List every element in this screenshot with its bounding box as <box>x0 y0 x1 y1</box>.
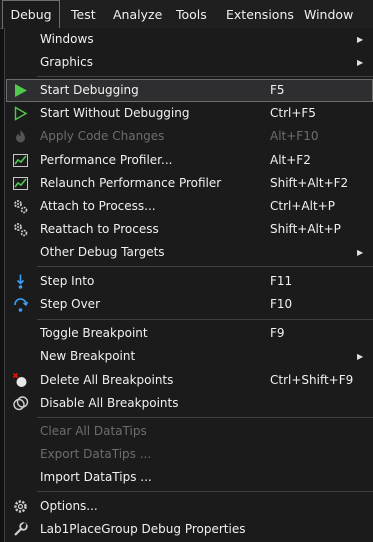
menu-item-label: Performance Profiler... <box>40 153 173 167</box>
menu-item-reattach-to-process[interactable]: Reattach to Process Shift+Alt+P <box>6 218 373 241</box>
play-outline-icon <box>14 106 28 121</box>
menu-item-disable-all-breakpoints[interactable]: Disable All Breakpoints <box>6 392 373 415</box>
menu-item-label: Step Into <box>40 274 95 288</box>
menu-item-relaunch-profiler[interactable]: Relaunch Performance Profiler Shift+Alt+… <box>6 172 373 195</box>
menu-item-label: Step Over <box>40 297 100 311</box>
delete-breakpoints-icon <box>12 372 27 387</box>
gear-icon <box>14 500 27 513</box>
flame-icon <box>16 130 25 143</box>
submenu-arrow-icon: ▶ <box>357 248 364 257</box>
menu-item-label: Relaunch Performance Profiler <box>40 176 222 190</box>
step-over-icon <box>14 298 29 312</box>
menu-item-shortcut: Alt+F2 <box>270 153 311 167</box>
menu-item-label: Start Debugging <box>40 83 139 97</box>
menu-item-label: Start Without Debugging <box>40 106 190 120</box>
menu-item-shortcut: F5 <box>270 83 285 97</box>
disable-breakpoints-icon <box>13 396 29 411</box>
menu-item-step-over[interactable]: Step Over F10 <box>6 293 373 316</box>
menu-item-shortcut: Alt+F10 <box>270 129 319 143</box>
menu-item-label: Import DataTips ... <box>40 470 152 484</box>
menu-item-label: Export DataTips ... <box>40 447 152 461</box>
submenu-arrow-icon: ▶ <box>357 352 364 361</box>
menu-item-label: Disable All Breakpoints <box>40 396 179 410</box>
gears-icon <box>14 223 28 237</box>
menu-item-windows[interactable]: Windows ▶ <box>6 28 373 51</box>
wrench-icon <box>14 522 28 536</box>
menu-item-label: Other Debug Targets <box>40 245 165 259</box>
menu-debug[interactable]: Debug <box>2 0 60 29</box>
menu-item-shortcut: F11 <box>270 274 293 288</box>
menu-extensions[interactable]: Extensions <box>226 0 294 29</box>
menu-item-shortcut: Ctrl+F5 <box>270 106 316 120</box>
menu-analyze[interactable]: Analyze <box>113 0 162 29</box>
menu-item-label: New Breakpoint <box>40 349 136 363</box>
menu-item-label: Graphics <box>40 55 93 69</box>
menu-separator <box>37 319 373 320</box>
menu-item-apply-code-changes[interactable]: Apply Code Changes Alt+F10 <box>6 125 373 148</box>
menu-item-label: Windows <box>40 32 94 46</box>
menu-separator <box>37 417 373 418</box>
menu-item-delete-all-breakpoints[interactable]: Delete All Breakpoints Ctrl+Shift+F9 <box>6 369 373 392</box>
menu-item-performance-profiler[interactable]: Performance Profiler... Alt+F2 <box>6 149 373 172</box>
menu-item-shortcut: Ctrl+Alt+P <box>270 199 335 213</box>
play-icon <box>15 84 27 97</box>
menu-item-label: Delete All Breakpoints <box>40 373 174 387</box>
submenu-arrow-icon: ▶ <box>357 35 364 44</box>
menu-item-label: Lab1PlaceGroup Debug Properties <box>40 522 246 536</box>
menu-item-shortcut: Ctrl+Shift+F9 <box>270 373 354 387</box>
menu-bar: Debug Test Analyze Tools Extensions Wind… <box>0 0 373 29</box>
gears-icon <box>14 200 28 214</box>
menu-item-new-breakpoint[interactable]: New Breakpoint ▶ <box>6 345 373 368</box>
menu-separator <box>37 491 373 492</box>
menu-separator <box>37 266 373 267</box>
menu-item-options[interactable]: Options... <box>6 495 373 518</box>
menu-item-other-debug-targets[interactable]: Other Debug Targets ▶ <box>6 241 373 264</box>
performance-chart-icon <box>13 154 28 167</box>
menu-window[interactable]: Window <box>304 0 353 29</box>
menu-item-start-debugging[interactable]: Start Debugging F5 <box>6 79 373 102</box>
menu-item-toggle-breakpoint[interactable]: Toggle Breakpoint F9 <box>6 322 373 345</box>
menu-item-label: Apply Code Changes <box>40 129 165 143</box>
relaunch-chart-icon <box>13 177 28 190</box>
menu-item-export-datatips[interactable]: Export DataTips ... <box>6 443 373 466</box>
menu-item-label: Attach to Process... <box>40 199 156 213</box>
menu-tools[interactable]: Tools <box>176 0 207 29</box>
menu-item-start-without-debugging[interactable]: Start Without Debugging Ctrl+F5 <box>6 102 373 125</box>
menu-item-shortcut: F10 <box>270 297 293 311</box>
menu-item-label: Reattach to Process <box>40 222 159 236</box>
menu-item-shortcut: Shift+Alt+P <box>270 222 341 236</box>
menu-item-label: Toggle Breakpoint <box>40 326 148 340</box>
submenu-arrow-icon: ▶ <box>357 58 364 67</box>
menu-item-step-into[interactable]: Step Into F11 <box>6 270 373 293</box>
menu-item-shortcut: F9 <box>270 326 285 340</box>
menu-item-graphics[interactable]: Graphics ▶ <box>6 51 373 74</box>
menu-item-import-datatips[interactable]: Import DataTips ... <box>6 466 373 489</box>
menu-separator <box>37 76 373 77</box>
menu-item-debug-properties[interactable]: Lab1PlaceGroup Debug Properties <box>6 518 373 541</box>
menu-test[interactable]: Test <box>71 0 96 29</box>
menu-item-label: Options... <box>40 499 98 513</box>
debug-dropdown-menu: Windows ▶ Graphics ▶ Start Debugging F5 … <box>4 28 373 542</box>
menu-item-clear-all-datatips[interactable]: Clear All DataTips <box>6 420 373 443</box>
menu-item-shortcut: Shift+Alt+F2 <box>270 176 349 190</box>
step-into-icon <box>16 274 25 289</box>
menu-item-label: Clear All DataTips <box>40 424 147 438</box>
menu-item-attach-to-process[interactable]: Attach to Process... Ctrl+Alt+P <box>6 195 373 218</box>
